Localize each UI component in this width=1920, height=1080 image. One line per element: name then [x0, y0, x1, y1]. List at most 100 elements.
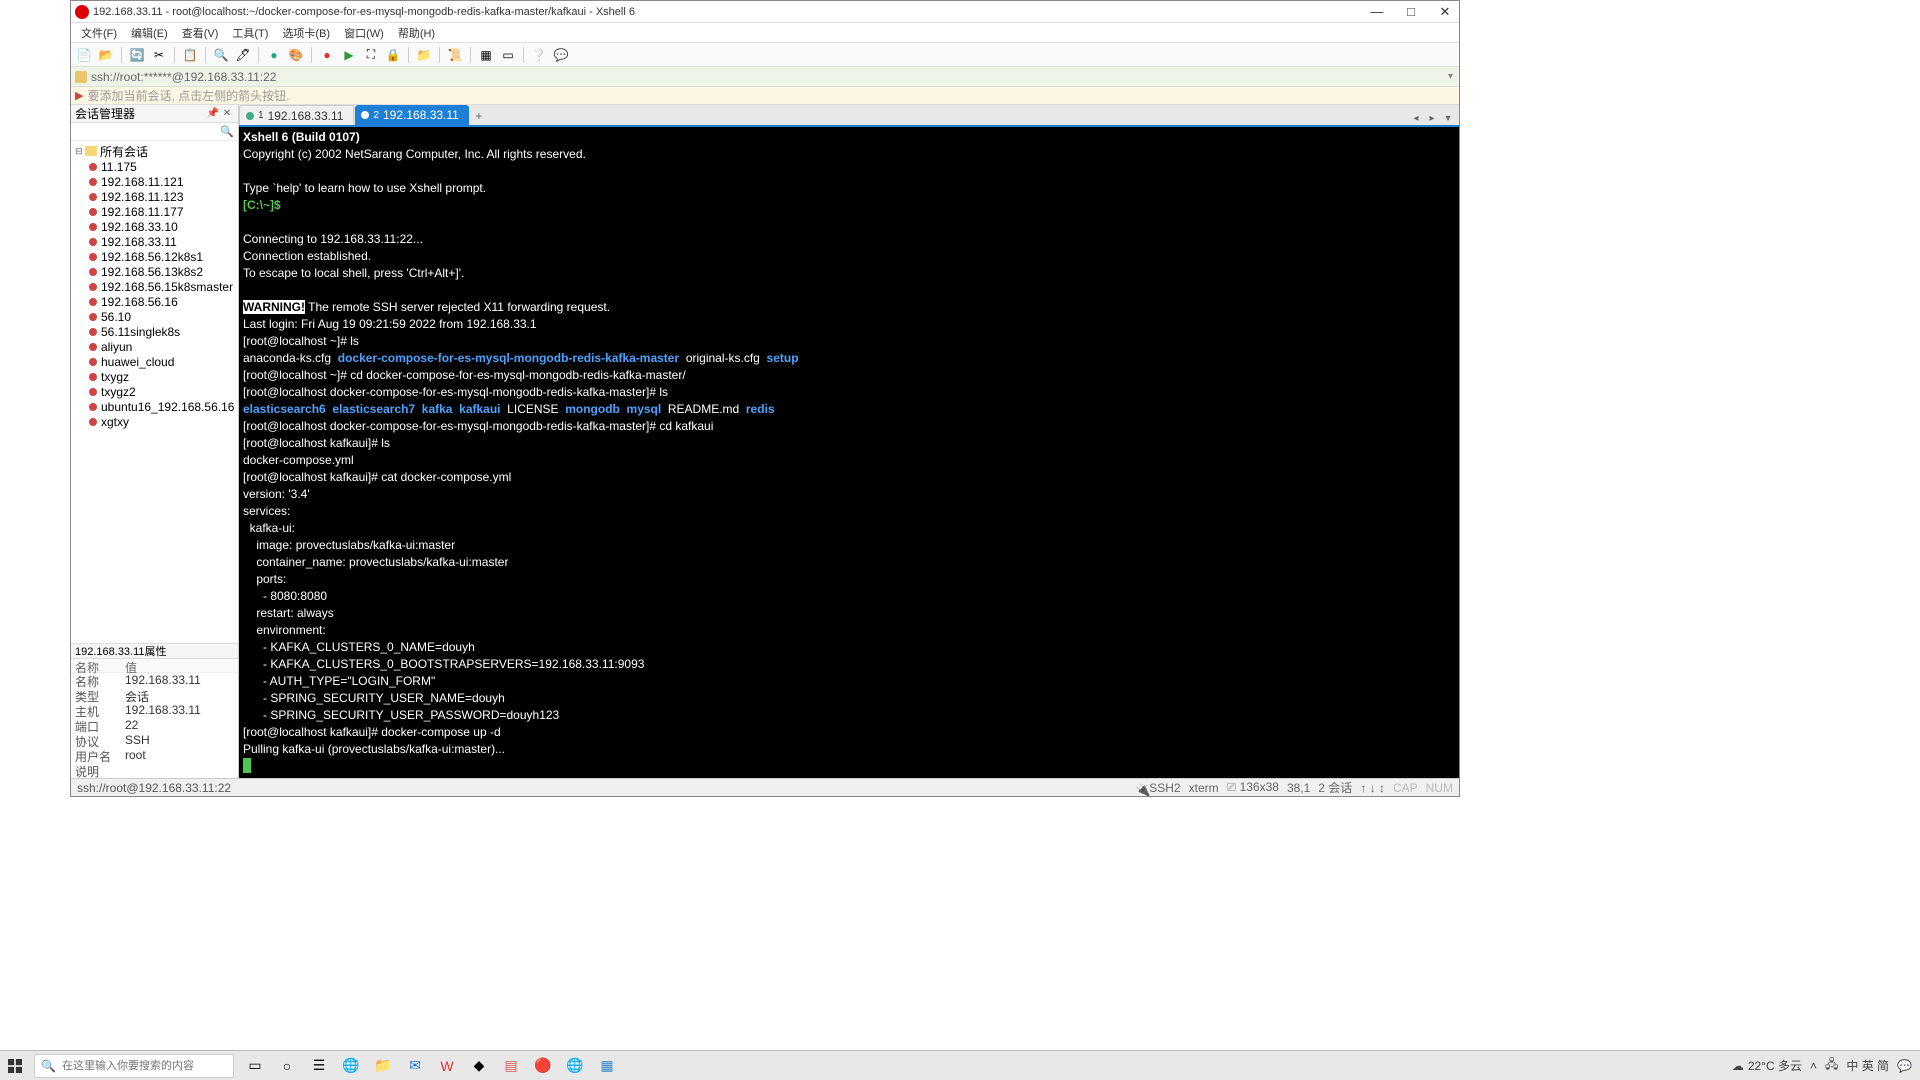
lock-icon[interactable]: 🔒: [384, 46, 402, 64]
session-item[interactable]: 192.168.56.12k8s1: [71, 249, 238, 264]
session-item[interactable]: 192.168.33.11: [71, 234, 238, 249]
session-dot-icon: [89, 178, 97, 186]
menu-view[interactable]: 查看(V): [176, 23, 225, 42]
collapse-icon[interactable]: ⊟: [75, 146, 85, 157]
new-session-icon[interactable]: 📄: [75, 46, 93, 64]
menu-help[interactable]: 帮助(H): [392, 23, 441, 42]
session-tree: ⊟ 所有会话 11.175192.168.11.121192.168.11.12…: [71, 141, 238, 643]
dropdown-icon[interactable]: ▾: [1448, 71, 1459, 82]
minimize-button[interactable]: —: [1367, 5, 1387, 19]
color-icon[interactable]: ●: [265, 46, 283, 64]
network-icon[interactable]: 🖧: [1825, 1055, 1838, 1076]
tab-menu-icon[interactable]: ▾: [1441, 111, 1455, 125]
session-dot-icon: [89, 358, 97, 366]
status-size: ⎚ 136x38: [1227, 780, 1279, 795]
session-item[interactable]: txygz2: [71, 384, 238, 399]
menu-edit[interactable]: 编辑(E): [125, 23, 174, 42]
window-icon[interactable]: ▭: [499, 46, 517, 64]
chrome-icon[interactable]: 🌐: [560, 1051, 590, 1080]
close-button[interactable]: ✕: [1435, 5, 1455, 19]
layout-icon[interactable]: ▦: [477, 46, 495, 64]
sep: [174, 47, 175, 63]
session-item[interactable]: 192.168.56.13k8s2: [71, 264, 238, 279]
tray-chevron-icon[interactable]: ˄: [1810, 1059, 1817, 1073]
find-icon[interactable]: 🔍: [212, 46, 230, 64]
tab-1[interactable]: 1 192.168.33.11: [239, 105, 354, 125]
help-icon[interactable]: ❔: [530, 46, 548, 64]
session-item[interactable]: 192.168.56.15k8smaster: [71, 279, 238, 294]
start-button[interactable]: [0, 1051, 30, 1080]
app-icon[interactable]: ◆: [464, 1051, 494, 1080]
props-title: 192.168.33.11属性: [71, 643, 238, 659]
sidebar-title: 会话管理器: [75, 105, 206, 122]
search-icon: 🔍: [220, 125, 234, 138]
add-tab-button[interactable]: +: [470, 107, 488, 125]
tab-next-icon[interactable]: ▸: [1425, 111, 1439, 125]
addressbar[interactable]: ssh://root:******@192.168.33.11:22 ▾: [71, 67, 1459, 87]
session-item[interactable]: 192.168.11.121: [71, 174, 238, 189]
copy-icon[interactable]: 📋: [181, 46, 199, 64]
session-item[interactable]: ubuntu16_192.168.56.16: [71, 399, 238, 414]
reconnect-icon[interactable]: 🔄: [128, 46, 146, 64]
session-item[interactable]: 192.168.11.177: [71, 204, 238, 219]
menu-file[interactable]: 文件(F): [75, 23, 123, 42]
mail-icon[interactable]: ✉: [400, 1051, 430, 1080]
session-item[interactable]: 11.175: [71, 159, 238, 174]
tab-prev-icon[interactable]: ◂: [1409, 111, 1423, 125]
session-label: ubuntu16_192.168.56.16: [101, 400, 234, 414]
session-item[interactable]: 192.168.11.123: [71, 189, 238, 204]
timeline-icon[interactable]: ☰: [304, 1051, 334, 1080]
maximize-button[interactable]: □: [1401, 5, 1421, 19]
record-icon[interactable]: ●: [318, 46, 336, 64]
session-label: 56.11singlek8s: [101, 325, 180, 339]
tab-label: 192.168.33.11: [268, 109, 344, 123]
session-item[interactable]: 56.10: [71, 309, 238, 324]
props-row: 用户名root: [71, 748, 238, 763]
session-item[interactable]: txygz: [71, 369, 238, 384]
pin-icon[interactable]: 📌: [206, 107, 220, 121]
search-input[interactable]: [62, 1060, 227, 1072]
menu-tools[interactable]: 工具(T): [226, 23, 274, 42]
tree-root[interactable]: ⊟ 所有会话: [71, 143, 238, 159]
terminal[interactable]: Xshell 6 (Build 0107)Copyright (c) 2002 …: [239, 127, 1459, 778]
session-item[interactable]: 192.168.33.10: [71, 219, 238, 234]
app2-icon[interactable]: ▤: [496, 1051, 526, 1080]
status-arrows: ↑ ↓ ↕: [1360, 781, 1385, 795]
taskbar-search[interactable]: 🔍: [34, 1054, 234, 1078]
session-item[interactable]: huawei_cloud: [71, 354, 238, 369]
cortana-icon[interactable]: ○: [272, 1051, 302, 1080]
ime-indicator[interactable]: 中 英 简: [1846, 1057, 1889, 1074]
session-item[interactable]: aliyun: [71, 339, 238, 354]
fullscreen-icon[interactable]: ⛶: [362, 46, 380, 64]
close-panel-icon[interactable]: ✕: [220, 107, 234, 121]
xshell-icon[interactable]: 🔴: [528, 1051, 558, 1080]
edge-icon[interactable]: 🌐: [336, 1051, 366, 1080]
folder-icon[interactable]: 📁: [415, 46, 433, 64]
notifications-icon[interactable]: 💬: [1897, 1059, 1912, 1073]
sep: [205, 47, 206, 63]
disconnect-icon[interactable]: ✂: [150, 46, 168, 64]
session-sidebar: 会话管理器 📌 ✕ 🔍 ⊟ 所有会话 11.175192.168.11.1211…: [71, 105, 239, 778]
task-view-icon[interactable]: ▭: [240, 1051, 270, 1080]
props-row: 说明: [71, 763, 238, 778]
script-icon[interactable]: 📜: [446, 46, 464, 64]
statusbar: ssh://root@192.168.33.11:22 🔌 SSH2 xterm…: [71, 778, 1459, 796]
app3-icon[interactable]: ▦: [592, 1051, 622, 1080]
play-icon[interactable]: ▶: [340, 46, 358, 64]
session-item[interactable]: 192.168.56.16: [71, 294, 238, 309]
about-icon[interactable]: 💬: [552, 46, 570, 64]
explorer-icon[interactable]: 📁: [368, 1051, 398, 1080]
open-session-icon[interactable]: 📂: [97, 46, 115, 64]
font-icon[interactable]: 🎨: [287, 46, 305, 64]
props-row: 协议SSH: [71, 733, 238, 748]
session-item[interactable]: 56.11singlek8s: [71, 324, 238, 339]
tab-2[interactable]: 2 192.168.33.11: [355, 105, 468, 125]
prop-value: 192.168.33.11: [125, 703, 238, 718]
menu-tabs[interactable]: 选项卡(B): [276, 23, 336, 42]
weather-widget[interactable]: ☁ 22°C 多云: [1732, 1057, 1802, 1074]
menu-window[interactable]: 窗口(W): [338, 23, 390, 42]
sidebar-search[interactable]: 🔍: [71, 123, 238, 141]
session-item[interactable]: xgtxy: [71, 414, 238, 429]
marker-icon[interactable]: 🖊: [234, 46, 252, 64]
wps-icon[interactable]: W: [432, 1051, 462, 1080]
